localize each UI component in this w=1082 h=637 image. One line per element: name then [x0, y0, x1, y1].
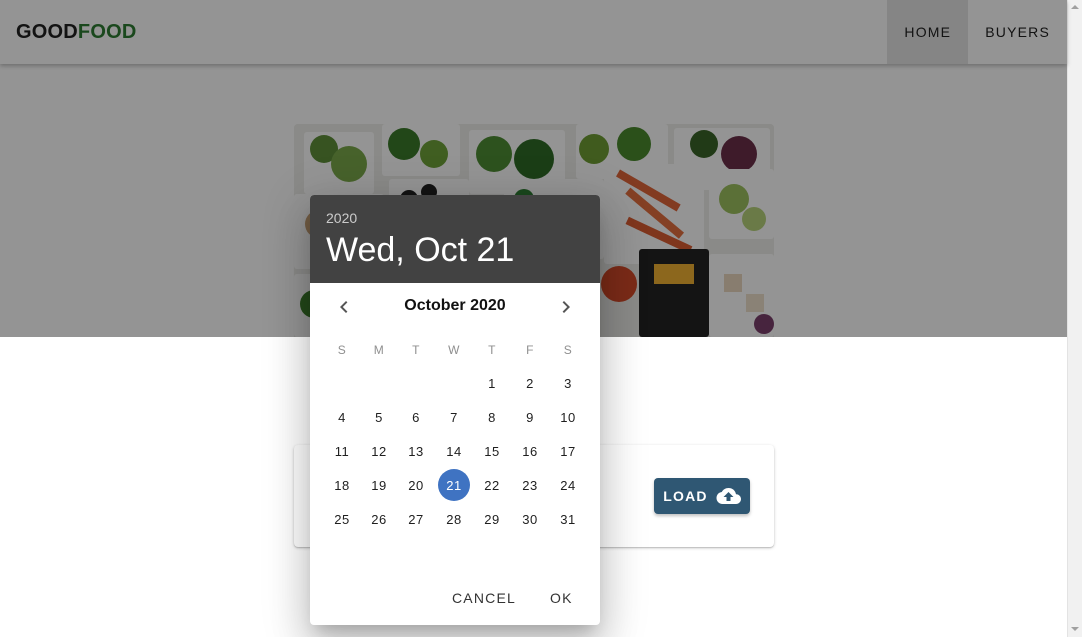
weekday-header: S M T W T F S	[310, 343, 600, 359]
cancel-button[interactable]: CANCEL	[444, 583, 524, 613]
calendar-day[interactable]: 29	[476, 503, 508, 535]
calendar-day[interactable]: 23	[514, 469, 546, 501]
weekday-sat: S	[563, 343, 573, 357]
calendar-day[interactable]: 13	[400, 435, 432, 467]
ok-button[interactable]: OK	[542, 583, 581, 613]
weekday-tue: T	[412, 343, 420, 357]
calendar-day[interactable]: 3	[552, 367, 584, 399]
cloud-upload-icon	[716, 488, 741, 504]
chevron-right-icon	[562, 301, 570, 313]
weekday-thu: T	[488, 343, 496, 357]
calendar-day[interactable]: 14	[438, 435, 470, 467]
date-picker-dialog: 2020 Wed, Oct 21 October 2020 S M T W T …	[310, 195, 600, 625]
weekday-mon: M	[373, 343, 385, 357]
calendar-day[interactable]: 7	[438, 401, 470, 433]
weekday-sun: S	[337, 343, 347, 357]
calendar-day[interactable]: 4	[326, 401, 358, 433]
calendar-day[interactable]: 10	[552, 401, 584, 433]
page: GOODFOOD HOME BUYERS LOAD 2020 Wed, Oct …	[0, 0, 1082, 637]
calendar-day[interactable]: 5	[363, 401, 395, 433]
calendar-day[interactable]: 27	[400, 503, 432, 535]
calendar-day[interactable]: 17	[552, 435, 584, 467]
calendar-day[interactable]: 18	[326, 469, 358, 501]
calendar-day-selected[interactable]: 21	[438, 469, 470, 501]
calendar-day[interactable]: 15	[476, 435, 508, 467]
chevron-left-icon	[340, 301, 348, 313]
calendar-day[interactable]: 20	[400, 469, 432, 501]
scroll-down-icon[interactable]	[1071, 627, 1079, 631]
date-picker-header: 2020 Wed, Oct 21	[310, 195, 600, 283]
scroll-up-icon[interactable]	[1071, 5, 1079, 9]
calendar-day[interactable]: 11	[326, 435, 358, 467]
month-year-label: October 2020	[404, 297, 506, 314]
year-label[interactable]: 2020	[326, 210, 357, 226]
calendar-day[interactable]: 26	[363, 503, 395, 535]
calendar-day[interactable]: 6	[400, 401, 432, 433]
calendar-day[interactable]: 25	[326, 503, 358, 535]
dialog-actions: CANCEL OK	[310, 583, 600, 613]
selected-date-label: Wed, Oct 21	[326, 231, 515, 269]
calendar-day[interactable]: 9	[514, 401, 546, 433]
calendar-day[interactable]: 30	[514, 503, 546, 535]
calendar-day[interactable]: 19	[363, 469, 395, 501]
previous-month-button[interactable]	[332, 295, 356, 319]
calendar-day[interactable]: 1	[476, 367, 508, 399]
load-button[interactable]: LOAD	[654, 478, 750, 514]
calendar-day[interactable]: 12	[363, 435, 395, 467]
calendar-days: 1 2 3 4 5 6 7 8 9 10 11 12 13 14 15 16 17 18 19 20 21 22 23 24 2…	[310, 367, 600, 537]
next-month-button[interactable]	[554, 295, 578, 319]
calendar-day[interactable]: 28	[438, 503, 470, 535]
calendar-day[interactable]: 2	[514, 367, 546, 399]
calendar-day[interactable]: 16	[514, 435, 546, 467]
load-button-label: LOAD	[663, 488, 708, 504]
calendar-day[interactable]: 8	[476, 401, 508, 433]
calendar-day[interactable]: 31	[552, 503, 584, 535]
calendar-day[interactable]: 22	[476, 469, 508, 501]
weekday-wed: W	[448, 343, 460, 357]
calendar-day[interactable]: 24	[552, 469, 584, 501]
weekday-fri: F	[526, 343, 534, 357]
scrollbar[interactable]	[1067, 0, 1082, 637]
month-navigation: October 2020	[310, 293, 600, 321]
